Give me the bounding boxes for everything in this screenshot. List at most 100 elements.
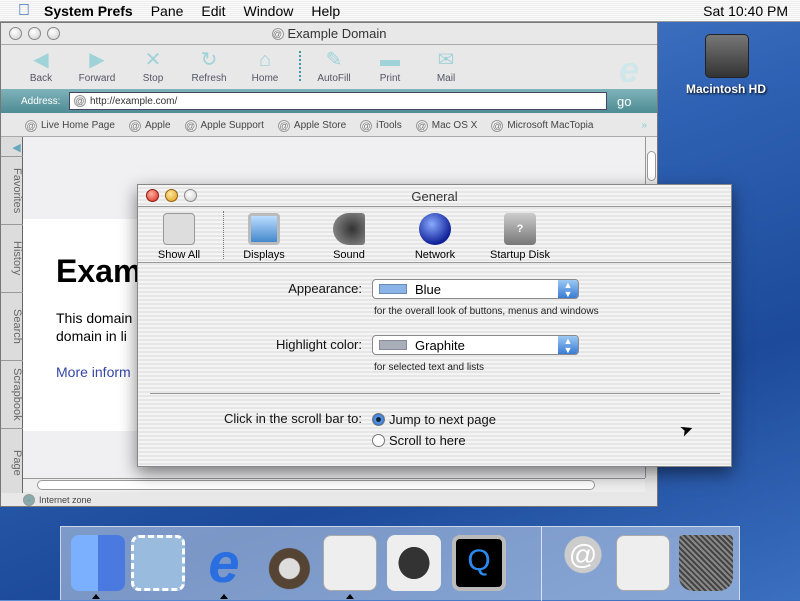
dock-document-icon[interactable] — [616, 535, 670, 591]
radio-scroll-to-here[interactable]: Scroll to here — [372, 433, 466, 448]
tab-favorites[interactable]: Favorites — [1, 157, 23, 225]
prefs-toolbar: Show All Displays Sound Network ? Startup… — [138, 206, 731, 263]
favorite-link[interactable]: @ iTools — [360, 119, 402, 132]
menu-edit[interactable]: Edit — [201, 3, 225, 19]
network-button[interactable]: Network — [395, 213, 475, 261]
ie-logo-icon: e — [619, 49, 640, 90]
browser-toolbar: ◀ Back ▶ Forward ✕ Stop ↻ Refresh ⌂ Home ✎ Aut… — [1, 45, 657, 90]
appearance-popup[interactable]: Blue ▲ ▼ — [372, 279, 579, 299]
page-heading: Exam — [56, 253, 142, 289]
dock-trash-icon[interactable] — [679, 535, 733, 591]
stop-icon: ✕ — [144, 49, 162, 71]
refresh-icon: ↻ — [200, 49, 218, 71]
popup-arrows-icon: ▲ ▼ — [558, 336, 578, 355]
prefs-titlebar[interactable]: General — [138, 185, 731, 207]
close-button[interactable] — [9, 27, 22, 40]
prefs-title: General — [411, 188, 458, 204]
dock-sherlock-icon[interactable] — [257, 535, 311, 591]
hard-drive-label[interactable]: Macintosh HD — [676, 82, 776, 96]
startup-disk-button[interactable]: ? Startup Disk — [480, 213, 560, 261]
close-button[interactable] — [146, 189, 159, 202]
more-info-link[interactable]: More inform — [56, 364, 131, 380]
print-button[interactable]: ▬ Print — [360, 49, 420, 84]
mail-button[interactable]: ✉ Mail — [416, 49, 476, 84]
divider — [150, 393, 720, 394]
browser-title: Example Domain — [287, 26, 387, 41]
address-input[interactable]: @ http://example.com/ — [69, 92, 607, 110]
horizontal-scrollbar[interactable] — [23, 478, 645, 492]
page-icon: @ — [271, 27, 284, 40]
dock-finder-icon[interactable] — [71, 535, 125, 591]
favorite-link[interactable]: @ Apple Store — [277, 119, 346, 132]
dock-displays-icon[interactable] — [387, 535, 441, 591]
toolbar-divider — [299, 51, 301, 81]
go-button[interactable]: go — [617, 94, 631, 109]
favorite-link[interactable]: @ Microsoft MacTopia — [491, 119, 593, 132]
at-icon: @ — [74, 95, 86, 107]
tab-scrapbook[interactable]: Scrapbook — [1, 361, 23, 429]
apple-menu[interactable]:  — [18, 2, 30, 20]
graphite-swatch — [379, 340, 407, 350]
sound-button[interactable]: Sound — [309, 213, 389, 261]
blue-swatch — [379, 284, 407, 294]
dock-mail-icon[interactable] — [131, 535, 185, 591]
show-all-button[interactable]: Show All — [139, 213, 219, 261]
system-prefs-icon — [163, 213, 195, 245]
address-label: Address: — [21, 95, 61, 107]
menu-window[interactable]: Window — [244, 3, 294, 19]
menu-help[interactable]: Help — [311, 3, 340, 19]
tab-page[interactable]: Page — [1, 429, 23, 497]
home-icon: ⌂ — [258, 49, 272, 71]
preferences-window: General Show All Displays Sound Network … — [137, 184, 732, 467]
home-button[interactable]: ⌂ Home — [235, 49, 295, 84]
zoom-button[interactable] — [184, 189, 197, 202]
dock-quicktime-icon[interactable]: Q — [452, 535, 506, 591]
appearance-hint: for the overall look of buttons, menus a… — [374, 306, 599, 317]
more-favorites-icon[interactable]: » — [641, 120, 647, 131]
back-icon: ◀ — [33, 49, 49, 71]
highlight-popup[interactable]: Graphite ▲ ▼ — [372, 335, 579, 355]
print-icon: ▬ — [380, 49, 400, 71]
dock-mail-url-icon[interactable]: @ — [556, 535, 610, 591]
explorer-toggle-icon[interactable]: ◀ — [1, 137, 23, 157]
scroll-label: Click in the scroll bar to: — [224, 411, 362, 426]
minimize-button[interactable] — [165, 189, 178, 202]
mail-icon: ✉ — [437, 49, 455, 71]
favorite-link[interactable]: @ Apple — [128, 119, 171, 132]
favorite-link[interactable]: @ Mac OS X — [415, 119, 477, 132]
page-text: This domain domain in li — [56, 310, 133, 344]
speaker-icon — [333, 213, 365, 245]
radio-jump-next-page[interactable]: Jump to next page — [372, 412, 496, 427]
menu-bar:  System Prefs Pane Edit Window Help Sat… — [0, 0, 800, 22]
browser-titlebar[interactable]: @ Example Domain — [1, 23, 657, 45]
popup-arrows-icon: ▲ ▼ — [558, 280, 578, 299]
menu-app[interactable]: System Prefs — [44, 3, 133, 19]
displays-button[interactable]: Displays — [224, 213, 304, 261]
autofill-button[interactable]: ✎ AutoFill — [304, 49, 364, 84]
minimize-button[interactable] — [28, 27, 41, 40]
address-bar: Address: @ http://example.com/ go — [1, 89, 657, 113]
globe-icon — [419, 213, 451, 245]
tab-search[interactable]: Search — [1, 293, 23, 361]
highlight-label: Highlight color: — [276, 337, 362, 352]
appearance-label: Appearance: — [288, 281, 362, 296]
zoom-button[interactable] — [47, 27, 60, 40]
displays-icon — [248, 213, 280, 245]
menu-clock[interactable]: Sat 10:40 PM — [703, 3, 788, 19]
favorite-link[interactable]: @ Live Home Page — [25, 119, 115, 132]
favorite-link[interactable]: @ Apple Support — [184, 119, 264, 132]
menu-pane[interactable]: Pane — [151, 3, 184, 19]
hard-drive-icon[interactable] — [705, 34, 749, 78]
tab-history[interactable]: History — [1, 225, 23, 293]
dock-system-preferences-icon[interactable] — [323, 535, 377, 591]
status-bar: · Internet zone — [1, 493, 657, 507]
forward-button[interactable]: ▶ Forward — [67, 49, 127, 84]
dock: e Q @ — [60, 526, 740, 601]
dock-divider — [541, 527, 542, 601]
dock-internet-explorer-icon[interactable]: e — [197, 535, 251, 591]
globe-icon: · — [23, 494, 35, 506]
back-button[interactable]: ◀ Back — [11, 49, 71, 84]
explorer-bar: ◀ Favorites History Search Scrapbook Pag… — [1, 137, 23, 493]
stop-button[interactable]: ✕ Stop — [123, 49, 183, 84]
refresh-button[interactable]: ↻ Refresh — [179, 49, 239, 84]
